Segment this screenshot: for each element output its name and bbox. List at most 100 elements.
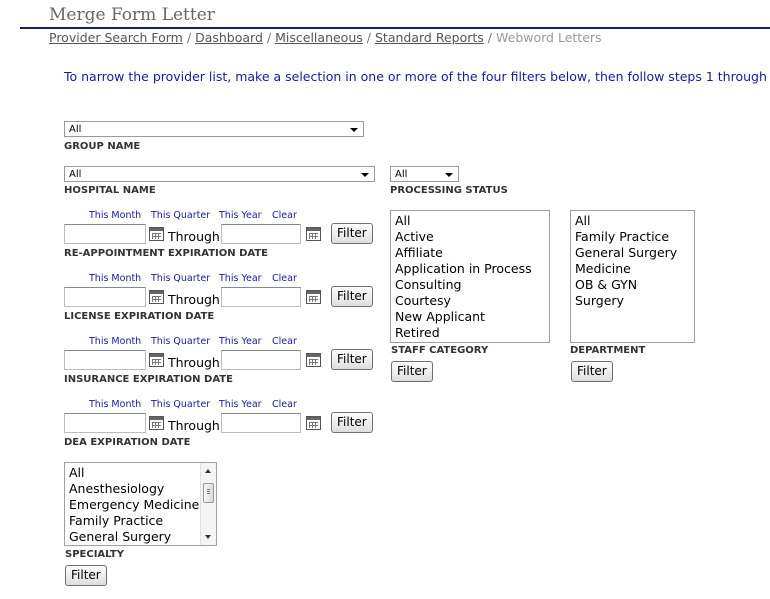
breadcrumb-separator: / bbox=[487, 30, 492, 45]
list-item[interactable]: Anesthesiology bbox=[69, 481, 216, 497]
list-item[interactable]: Courtesy bbox=[395, 293, 549, 309]
specialty-listbox[interactable]: All Anesthesiology Emergency Medicine Fa… bbox=[64, 462, 217, 546]
list-item[interactable]: General Surgery bbox=[69, 529, 216, 545]
license-end-date-input[interactable] bbox=[221, 287, 301, 307]
specialty-label: SPECIALTY bbox=[65, 549, 124, 560]
group-name-select[interactable]: All bbox=[64, 121, 364, 137]
clear-link[interactable]: Clear bbox=[272, 399, 297, 410]
list-item[interactable]: OB & GYN bbox=[575, 277, 694, 293]
dea-start-date-input[interactable] bbox=[64, 413, 146, 433]
license-filter-button[interactable]: Filter bbox=[331, 286, 373, 307]
staff-category-filter-button[interactable]: Filter bbox=[391, 361, 433, 382]
through-label: Through bbox=[168, 229, 220, 244]
clear-link[interactable]: Clear bbox=[272, 210, 297, 221]
this-month-link[interactable]: This Month bbox=[89, 336, 141, 347]
list-item[interactable]: All bbox=[395, 213, 549, 229]
hospital-name-label: HOSPITAL NAME bbox=[64, 185, 156, 196]
dea-filter-button[interactable]: Filter bbox=[331, 412, 373, 433]
this-quarter-link[interactable]: This Quarter bbox=[151, 210, 210, 221]
hospital-name-value: All bbox=[69, 169, 82, 180]
insurance-date-label: INSURANCE EXPIRATION DATE bbox=[64, 374, 233, 385]
calendar-icon[interactable] bbox=[306, 227, 321, 241]
department-listbox[interactable]: All Family Practice General Surgery Medi… bbox=[570, 210, 695, 343]
this-year-link[interactable]: This Year bbox=[219, 336, 262, 347]
scroll-up-icon[interactable] bbox=[205, 469, 211, 473]
department-label: DEPARTMENT bbox=[570, 345, 646, 356]
license-start-date-input[interactable] bbox=[64, 287, 146, 307]
group-name-label: GROUP NAME bbox=[64, 141, 141, 152]
processing-status-label: PROCESSING STATUS bbox=[390, 185, 508, 196]
list-item[interactable]: All bbox=[575, 213, 694, 229]
scroll-thumb[interactable] bbox=[203, 483, 214, 503]
list-item[interactable]: All bbox=[69, 465, 216, 481]
group-name-value: All bbox=[69, 124, 82, 135]
breadcrumb-provider-search-form[interactable]: Provider Search Form bbox=[49, 30, 183, 45]
dea-end-date-input[interactable] bbox=[221, 413, 301, 433]
this-month-link[interactable]: This Month bbox=[89, 399, 141, 410]
list-item[interactable]: Family Practice bbox=[575, 229, 694, 245]
insurance-end-date-input[interactable] bbox=[221, 350, 301, 370]
this-year-link[interactable]: This Year bbox=[219, 399, 262, 410]
insurance-filter-button[interactable]: Filter bbox=[331, 349, 373, 370]
calendar-icon[interactable] bbox=[306, 290, 321, 304]
clear-link[interactable]: Clear bbox=[272, 336, 297, 347]
staff-category-label: STAFF CATEGORY bbox=[391, 345, 489, 356]
breadcrumb-miscellaneous[interactable]: Miscellaneous bbox=[275, 30, 363, 45]
hospital-name-select[interactable]: All bbox=[64, 166, 375, 182]
scroll-down-icon[interactable] bbox=[205, 535, 211, 539]
this-quarter-link[interactable]: This Quarter bbox=[151, 399, 210, 410]
this-month-link[interactable]: This Month bbox=[89, 273, 141, 284]
breadcrumb-standard-reports[interactable]: Standard Reports bbox=[375, 30, 484, 45]
license-date-label: LICENSE EXPIRATION DATE bbox=[64, 311, 215, 322]
breadcrumb-dashboard[interactable]: Dashboard bbox=[195, 30, 263, 45]
processing-status-select[interactable]: All bbox=[390, 166, 459, 182]
list-item[interactable]: Medicine bbox=[575, 261, 694, 277]
calendar-icon[interactable] bbox=[306, 353, 321, 367]
this-year-link[interactable]: This Year bbox=[219, 210, 262, 221]
chevron-down-icon bbox=[361, 173, 369, 177]
list-item[interactable]: Family Practice bbox=[69, 513, 216, 529]
chevron-down-icon bbox=[350, 128, 358, 132]
title-divider bbox=[20, 27, 770, 29]
insurance-start-date-input[interactable] bbox=[64, 350, 146, 370]
clear-link[interactable]: Clear bbox=[272, 273, 297, 284]
list-item[interactable]: Active bbox=[395, 229, 549, 245]
staff-category-listbox[interactable]: All Active Affiliate Application in Proc… bbox=[390, 210, 550, 343]
chevron-down-icon bbox=[445, 173, 453, 177]
this-year-link[interactable]: This Year bbox=[219, 273, 262, 284]
this-quarter-link[interactable]: This Quarter bbox=[151, 336, 210, 347]
list-item[interactable]: General Surgery bbox=[575, 245, 694, 261]
reappointment-filter-button[interactable]: Filter bbox=[331, 223, 373, 244]
list-item[interactable]: Consulting bbox=[395, 277, 549, 293]
list-item[interactable]: Emergency Medicine bbox=[69, 497, 216, 513]
dea-date-label: DEA EXPIRATION DATE bbox=[64, 437, 191, 448]
list-item[interactable]: Application in Process bbox=[395, 261, 549, 277]
breadcrumb-separator: / bbox=[266, 30, 272, 45]
specialty-filter-button[interactable]: Filter bbox=[65, 565, 107, 586]
calendar-icon[interactable] bbox=[149, 227, 164, 241]
list-item[interactable]: Affiliate bbox=[395, 245, 549, 261]
calendar-icon[interactable] bbox=[149, 353, 164, 367]
page-title: Merge Form Letter bbox=[49, 5, 215, 25]
this-quarter-link[interactable]: This Quarter bbox=[151, 273, 210, 284]
department-filter-button[interactable]: Filter bbox=[571, 361, 613, 382]
through-label: Through bbox=[168, 292, 220, 307]
reappointment-date-label: RE-APPOINTMENT EXPIRATION DATE bbox=[64, 248, 269, 259]
breadcrumb: Provider Search Form / Dashboard / Miscellan… bbox=[49, 30, 602, 45]
breadcrumb-separator: / bbox=[366, 30, 371, 45]
list-item[interactable]: Surgery bbox=[575, 293, 694, 309]
through-label: Through bbox=[168, 355, 220, 370]
calendar-icon[interactable] bbox=[149, 290, 164, 304]
specialty-scrollbar[interactable] bbox=[200, 463, 216, 545]
list-item[interactable]: New Applicant bbox=[395, 309, 549, 325]
through-label: Through bbox=[168, 418, 220, 433]
breadcrumb-current: Webword Letters bbox=[496, 30, 602, 45]
this-month-link[interactable]: This Month bbox=[89, 210, 141, 221]
list-item[interactable]: Retired bbox=[395, 325, 549, 341]
intro-text: To narrow the provider list, make a sele… bbox=[64, 69, 770, 84]
reappointment-end-date-input[interactable] bbox=[221, 224, 301, 244]
calendar-icon[interactable] bbox=[306, 416, 321, 430]
breadcrumb-separator: / bbox=[186, 30, 192, 45]
reappointment-start-date-input[interactable] bbox=[64, 224, 146, 244]
calendar-icon[interactable] bbox=[149, 416, 164, 430]
